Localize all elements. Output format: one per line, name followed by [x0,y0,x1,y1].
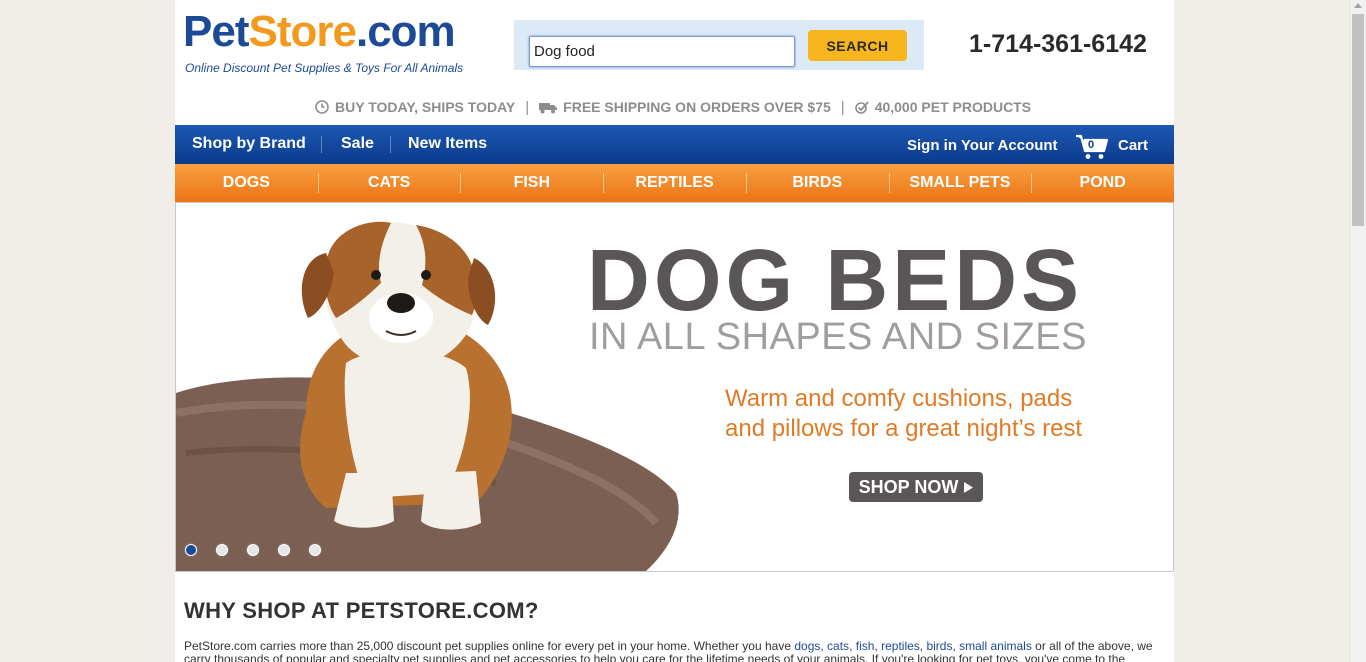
category-cats[interactable]: CATS [317,164,461,202]
link-dogs[interactable]: dogs [794,639,820,653]
category-fish[interactable]: FISH [460,164,603,202]
slider-dots [185,544,321,556]
scroll-up-arrow-icon[interactable] [1354,3,1362,8]
promo-ships-today: BUY TODAY, SHIPS TODAY [315,99,515,115]
clock-icon [315,100,329,114]
nav-sale[interactable]: Sale [341,135,374,153]
category-reptiles[interactable]: REPTILES [603,164,746,202]
link-small-animals[interactable]: small animals [959,639,1032,653]
truck-icon [539,102,558,113]
scroll-thumb[interactable] [1352,14,1364,226]
phone-number[interactable]: 1-714-361-6142 [969,30,1147,59]
why-intro-text: PetStore.com carries more than 25,000 di… [184,639,791,653]
promo-label: 40,000 PET PRODUCTS [874,99,1032,115]
top-nav: Shop by Brand Sale New Items Sign in You… [175,125,1174,164]
hero-copy-line: and pillows for a great night’s rest [725,415,1083,442]
promo-free-shipping: FREE SHIPPING ON ORDERS OVER $75 [539,99,831,115]
category-small-pets[interactable]: SMALL PETS [888,164,1032,202]
hero-banner[interactable]: DOG BEDS IN ALL SHAPES AND SIZES Warm an… [175,202,1174,572]
sign-in-link[interactable]: Sign in Your Account [907,137,1058,154]
slider-dot-4[interactable] [278,544,290,556]
promo-label: FREE SHIPPING ON ORDERS OVER $75 [563,99,831,115]
shop-now-label: SHOP NOW [858,476,959,497]
nav-divider [321,136,322,153]
promo-divider: | [525,98,530,116]
nav-new-items[interactable]: New Items [408,135,487,153]
page-container: PetStore.com Online Discount Pet Supplie… [175,0,1174,662]
category-dogs[interactable]: DOGS [175,164,318,202]
play-arrow-icon [964,481,974,493]
link-birds[interactable]: birds [926,639,952,653]
category-birds[interactable]: BIRDS [745,164,889,202]
checkmark-icon [854,101,869,114]
nav-divider [390,136,391,153]
logo-wordmark: PetStore.com [183,7,456,56]
promo-strip: BUY TODAY, SHIPS TODAY | FREE SHIPPING O… [315,98,1031,116]
category-nav: DOGS CATS FISH REPTILES BIRDS SMALL PETS… [175,164,1174,202]
why-outro-text: or all of the above, [1035,639,1134,653]
link-fish[interactable]: fish [856,639,875,653]
logo[interactable]: PetStore.com Online Discount Pet Supplie… [183,8,483,78]
cart-link[interactable]: Cart [1118,137,1148,154]
promo-label: BUY TODAY, SHIPS TODAY [335,99,516,115]
category-pond[interactable]: POND [1031,164,1174,202]
page-scrollbar[interactable] [1349,0,1366,662]
slider-dot-5[interactable] [309,544,321,556]
search-button[interactable]: SEARCH [808,30,907,61]
search-input[interactable] [529,36,795,67]
nav-shop-by-brand[interactable]: Shop by Brand [192,135,306,153]
slider-dot-3[interactable] [247,544,259,556]
why-shop-heading: WHY SHOP AT PETSTORE.COM? [184,598,539,623]
link-reptiles[interactable]: reptiles [881,639,920,653]
hero-subhead: IN ALL SHAPES AND SIZES [589,316,1087,358]
cart-count: 0 [1088,139,1095,151]
hero-copy: Warm and comfy cushions, pads and pillow… [725,384,1125,444]
promo-products-count: 40,000 PET PRODUCTS [854,99,1032,115]
link-cats[interactable]: cats [827,639,849,653]
logo-tagline: Online Discount Pet Supplies & Toys For … [185,61,464,75]
slider-dot-1[interactable] [185,544,197,556]
promo-divider: | [840,98,845,116]
hero-copy-line: Warm and comfy cushions, pads [725,385,1073,412]
search-box: SEARCH [514,20,924,70]
slider-dot-2[interactable] [216,544,228,556]
why-shop-body: PetStore.com carries more than 25,000 di… [184,640,1164,662]
shop-now-button[interactable]: SHOP NOW [849,472,983,502]
